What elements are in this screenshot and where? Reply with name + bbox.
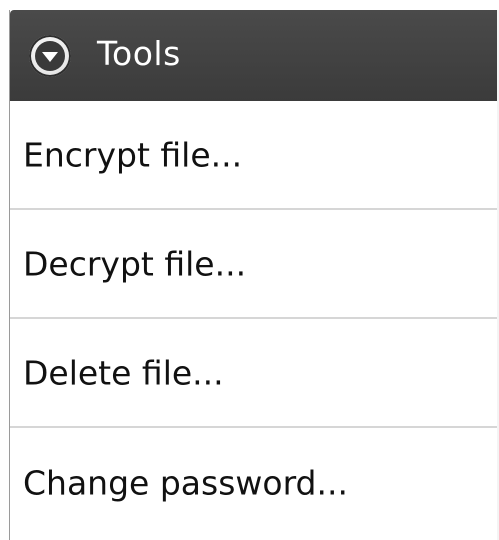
menu-item-label: Encrypt file... xyxy=(23,135,243,174)
menu-item-decrypt-file[interactable]: Decrypt file... xyxy=(10,210,499,319)
menu-item-delete-file[interactable]: Delete file... xyxy=(10,319,499,428)
dialog-title-bar: Tools xyxy=(10,10,499,101)
menu-item-encrypt-file[interactable]: Encrypt file... xyxy=(10,101,499,210)
tools-menu: Encrypt file... Decrypt file... Delete f… xyxy=(10,101,499,538)
background-strip xyxy=(0,0,499,10)
dialog-title: Tools xyxy=(97,34,181,73)
dropdown-circle-icon xyxy=(29,35,71,77)
menu-item-label: Decrypt file... xyxy=(23,244,247,283)
menu-item-label: Delete file... xyxy=(23,353,224,392)
tools-dialog: Tools Encrypt file... Decrypt file... De… xyxy=(9,10,499,540)
menu-item-label: Change password... xyxy=(23,463,348,503)
menu-item-change-password[interactable]: Change password... xyxy=(10,428,499,538)
